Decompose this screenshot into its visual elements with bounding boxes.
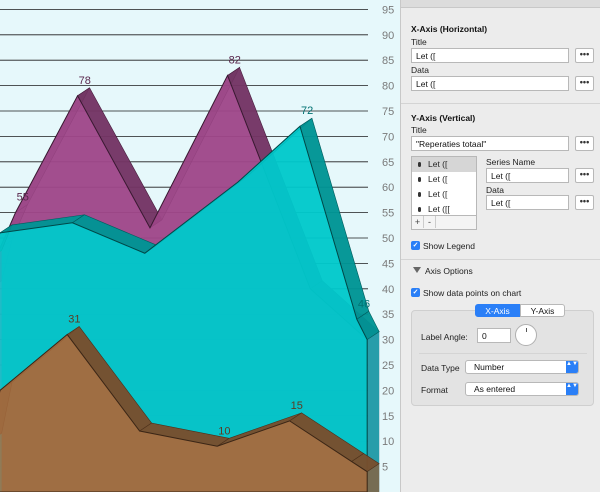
y-tick-label: 65	[382, 157, 394, 169]
inspector-panel: X-Axis (Horizontal) Title Let ([ ••• Dat…	[401, 0, 600, 492]
label-angle-dial[interactable]	[515, 324, 537, 346]
y-tick-label: 20	[382, 385, 394, 397]
drag-handle-icon[interactable]	[418, 162, 421, 167]
panel-top-bar	[401, 0, 600, 8]
y-tick-label: 60	[382, 182, 394, 194]
data-label: 10	[218, 425, 230, 437]
y-tick-label: 80	[382, 81, 394, 93]
y-tick-label: 55	[382, 208, 394, 220]
y-tick-label: 35	[382, 309, 394, 321]
label-angle-field[interactable]: 0	[477, 328, 511, 343]
series-data-field[interactable]: Let ([	[486, 195, 569, 210]
section-divider	[401, 103, 600, 104]
dial-indicator	[526, 328, 527, 332]
popup-arrows-icon: ▲▼	[566, 361, 578, 373]
y-tick-label: 30	[382, 335, 394, 347]
y-tick-label: 10	[382, 436, 394, 448]
disclosure-triangle-icon[interactable]	[413, 267, 421, 273]
show-legend-label: Show Legend	[423, 241, 475, 251]
data-label: 55	[17, 192, 29, 204]
series-name-field[interactable]: Let ([	[486, 168, 569, 183]
chart-plot: 55 78 82 72 46 31 10 15 5 10 15 20 25 30 35 40 45 50 55 60 6…	[0, 4, 394, 492]
y-tick-label: 40	[382, 284, 394, 296]
data-label: 46	[358, 298, 370, 310]
popup-arrows-icon: ▲▼	[566, 383, 578, 395]
data-type-popup[interactable]: Number ▲▼	[465, 360, 579, 374]
data-label: 78	[79, 75, 91, 87]
y-tick-label: 5	[382, 462, 388, 474]
axis-options-header[interactable]: Axis Options	[425, 266, 473, 276]
remove-series-button[interactable]: -	[424, 216, 436, 228]
series-data-label: Data	[486, 185, 504, 195]
chart-canvas: 55 78 82 72 46 31 10 15 5 10 15 20 25 30 35 40 45 50 55 60 6…	[0, 0, 400, 492]
series-list-item[interactable]: Let ([	[412, 172, 476, 187]
section-divider	[401, 259, 600, 260]
tab-x-axis[interactable]: X-Axis	[475, 304, 520, 317]
y-tick-label: 90	[382, 30, 394, 42]
y-axis-title-calc-button[interactable]: •••	[575, 136, 594, 151]
y-axis-header: Y-Axis (Vertical)	[411, 113, 476, 123]
y-tick-label: 45	[382, 258, 394, 270]
y-axis-title-label: Title	[411, 125, 427, 135]
series-list-item[interactable]: Let ([[	[412, 202, 476, 215]
series-list-item[interactable]: Let ([	[412, 157, 476, 172]
format-label: Format	[421, 385, 448, 395]
x-axis-data-label: Data	[411, 65, 429, 75]
y-tick-label: 25	[382, 360, 394, 372]
data-label: 15	[291, 400, 303, 412]
series-data-calc-button[interactable]: •••	[575, 195, 594, 210]
data-type-label: Data Type	[421, 363, 460, 373]
drag-handle-icon[interactable]	[418, 192, 421, 197]
y-tick-label: 95	[382, 4, 394, 16]
x-axis-data-field[interactable]: Let ([	[411, 76, 569, 91]
data-label: 72	[301, 105, 313, 117]
x-axis-title-field[interactable]: Let ([	[411, 48, 569, 63]
y-tick-label: 15	[382, 411, 394, 423]
data-label: 82	[229, 54, 241, 66]
series-list[interactable]: Let ([ Let ([ Let ([ Let ([[	[411, 156, 477, 216]
drag-handle-icon[interactable]	[418, 177, 421, 182]
show-legend-checkbox[interactable]: ✓	[411, 241, 420, 250]
format-popup[interactable]: As entered ▲▼	[465, 382, 579, 396]
show-data-points-label: Show data points on chart	[423, 288, 522, 298]
series-name-label: Series Name	[486, 157, 536, 167]
y-tick-label: 70	[382, 131, 394, 143]
label-angle-label: Label Angle:	[421, 332, 468, 342]
y-tick-label: 75	[382, 106, 394, 118]
y-tick-label: 85	[382, 55, 394, 67]
x-axis-title-label: Title	[411, 37, 427, 47]
tab-y-axis[interactable]: Y-Axis	[520, 304, 565, 317]
group-divider	[419, 353, 587, 354]
x-axis-data-calc-button[interactable]: •••	[575, 76, 594, 91]
show-data-points-checkbox[interactable]: ✓	[411, 288, 420, 297]
x-axis-title-calc-button[interactable]: •••	[575, 48, 594, 63]
data-label: 31	[68, 314, 80, 326]
series-list-item[interactable]: Let ([	[412, 187, 476, 202]
add-series-button[interactable]: +	[412, 216, 424, 228]
x-axis-header: X-Axis (Horizontal)	[411, 24, 488, 34]
y-tick-label: 50	[382, 233, 394, 245]
series-list-footer: + -	[411, 216, 477, 230]
y-axis-title-field[interactable]: "Reperaties totaal"	[411, 136, 569, 151]
drag-handle-icon[interactable]	[418, 207, 421, 212]
series-name-calc-button[interactable]: •••	[575, 168, 594, 183]
